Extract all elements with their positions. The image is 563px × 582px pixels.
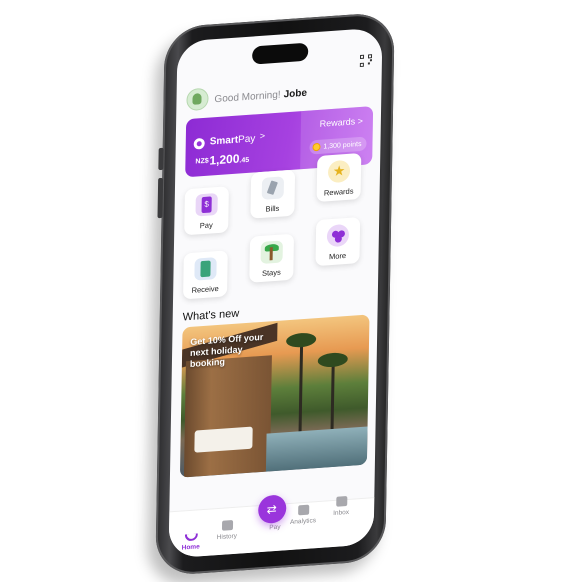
tab-label: Inbox [333,508,350,517]
action-receive[interactable]: Receive [183,250,228,300]
bills-icon [261,176,285,200]
tab-label: Pay [269,523,281,532]
action-more[interactable]: More [315,217,361,267]
promo-banner[interactable]: Get 10% Off your next holiday booking [179,314,370,478]
greeting-text: Good Morning! [214,89,281,106]
palm-tree [330,360,335,432]
smartpay-brand: SmartPay [209,133,256,148]
action-bills[interactable]: Bills [250,169,296,219]
phone-mockup: Good Morning! Jobe SmartPay > NZ$ 1,200.4… [155,11,395,577]
palm-fronds [317,351,348,369]
promo-caption: Get 10% Off your next holiday booking [189,331,264,369]
villa-room [183,355,272,478]
tab-label: Home [181,543,200,552]
action-label: Rewards [323,186,354,198]
action-pay[interactable]: Pay [184,186,229,236]
tab-analytics[interactable]: Analytics [283,504,323,527]
qr-code-icon[interactable] [359,54,373,68]
action-label: Stays [261,267,281,278]
greeting-row: Good Morning! Jobe [186,76,371,112]
points-text: 1,300 points [323,140,362,151]
star-icon [327,159,351,184]
palm-fronds [286,332,317,349]
avatar[interactable] [186,87,209,112]
tab-history[interactable]: History [207,519,247,542]
action-rewards[interactable]: Rewards [316,152,362,203]
receive-phone-icon [194,257,217,281]
currency-label: NZ$ [195,157,209,166]
action-stays[interactable]: Stays [249,233,295,283]
palm-tree [298,341,304,434]
chevron-right-icon[interactable]: > [260,131,265,141]
swap-arrows-icon: ⇄ [266,501,277,517]
action-label: Receive [191,283,219,295]
smile-home-icon [184,533,198,542]
history-icon [221,520,233,531]
app-screen: Good Morning! Jobe SmartPay > NZ$ 1,200.4… [168,27,383,559]
more-dots-icon [326,223,350,248]
infinity-pool [265,426,368,472]
action-label: Pay [199,220,213,231]
tab-label: Analytics [289,517,317,526]
wallet-phone-icon [195,192,218,217]
action-label: Bills [265,203,280,214]
palm-tree-icon [260,240,283,265]
inbox-icon [335,495,347,507]
volume-down-button [157,177,164,219]
volume-up-button [158,147,164,171]
action-label: More [328,251,347,262]
tab-home[interactable]: Home [171,533,211,553]
villa-bed [194,426,253,453]
tab-label: History [216,532,237,542]
coin-icon [312,142,321,152]
stage: Good Morning! Jobe SmartPay > NZ$ 1,200.4… [0,0,563,582]
whats-new-title: What's new [182,307,240,324]
dynamic-island [251,42,308,65]
smartpay-logo-icon [193,137,205,150]
bar-chart-icon [297,504,309,516]
balance-amount: 1,200.45 [209,151,250,168]
tab-inbox[interactable]: Inbox [321,495,361,518]
user-name: Jobe [283,87,308,101]
